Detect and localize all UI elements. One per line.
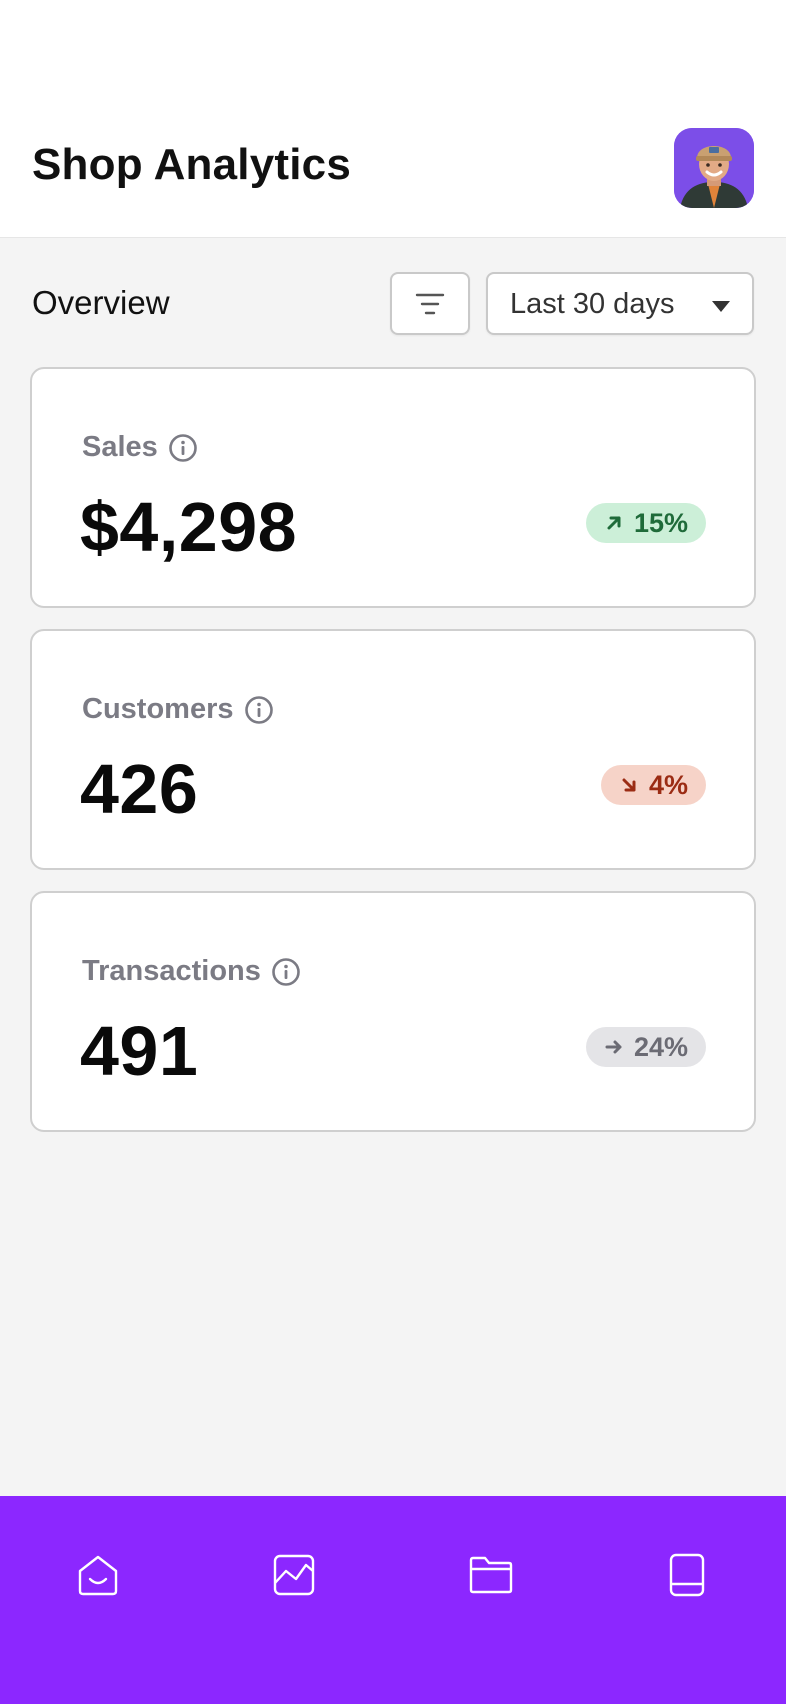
analytics-icon (273, 1554, 315, 1596)
metric-label-text: Transactions (82, 955, 261, 987)
bottom-nav (0, 1496, 786, 1704)
nav-item-book[interactable] (652, 1540, 722, 1610)
metric-value: 491 (80, 1012, 199, 1090)
trend-badge: 4% (600, 765, 706, 805)
page-title: Shop Analytics (32, 140, 352, 189)
metric-card-sales[interactable]: Sales $4,298 15% (30, 367, 756, 608)
user-avatar-photo (674, 128, 754, 208)
nav-item-folder[interactable] (456, 1540, 526, 1610)
arrow-up-right-icon (607, 516, 621, 530)
date-range-value: Last 30 days (510, 288, 675, 320)
date-range-select[interactable]: Last 30 days (486, 272, 754, 335)
metric-label: Customers (82, 693, 274, 726)
info-icon[interactable] (168, 433, 198, 463)
nav-item-analytics[interactable] (259, 1540, 329, 1610)
nav-item-home[interactable] (63, 1540, 133, 1610)
metric-label: Transactions (82, 955, 301, 988)
trend-value: 24% (633, 1031, 688, 1062)
section-title: Overview (32, 284, 170, 321)
metric-value: $4,298 (80, 488, 298, 566)
arrow-down-right-icon (622, 778, 636, 792)
trend-badge: 24% (585, 1027, 706, 1067)
trend-value: 15% (633, 507, 688, 538)
metric-label-text: Customers (82, 693, 234, 725)
metric-label: Sales (82, 431, 198, 464)
trend-badge: 15% (585, 503, 706, 543)
app-header: Shop Analytics (0, 0, 786, 238)
metric-card-transactions[interactable]: Transactions 491 24% (30, 891, 756, 1132)
avatar[interactable] (674, 128, 754, 208)
book-icon (669, 1553, 705, 1597)
metric-value: 426 (80, 750, 199, 828)
metric-card-customers[interactable]: Customers 426 4% (30, 629, 756, 870)
filter-button[interactable] (390, 272, 470, 335)
chevron-down-icon (712, 301, 730, 312)
arrow-right-icon (605, 1040, 622, 1054)
info-icon[interactable] (244, 695, 274, 725)
metric-label-text: Sales (82, 431, 158, 463)
home-icon (78, 1555, 118, 1596)
filter-icon (415, 293, 445, 314)
info-icon[interactable] (271, 957, 301, 987)
trend-value: 4% (648, 769, 688, 800)
folder-icon (469, 1556, 513, 1594)
